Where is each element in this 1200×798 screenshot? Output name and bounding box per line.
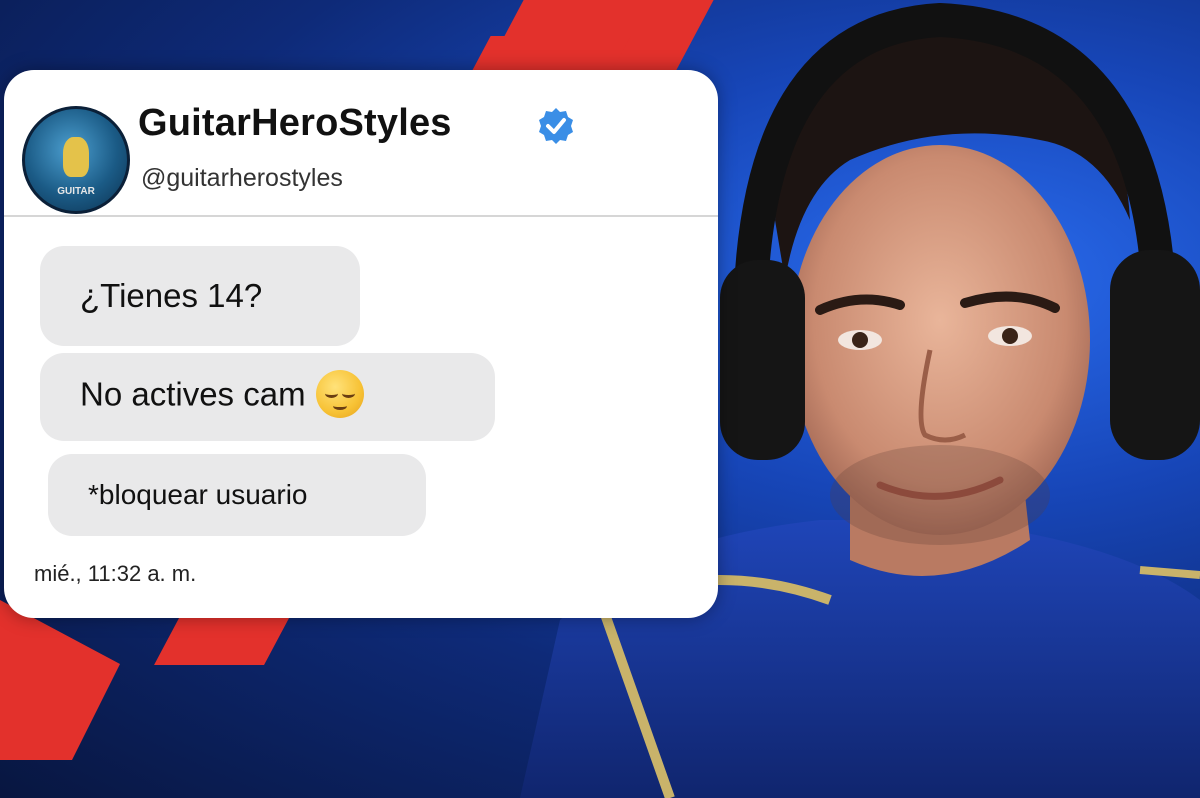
guitar-icon [63, 137, 89, 177]
message-text: No actives cam [80, 370, 364, 421]
user-handle[interactable]: @guitarherostyles [141, 164, 343, 193]
message-bubble: *bloquear usuario [48, 454, 426, 536]
profile-avatar[interactable]: GUITAR [22, 106, 130, 214]
chat-header: GUITAR GuitarHeroStyles @guitarherostyle… [4, 70, 718, 217]
display-name[interactable]: GuitarHeroStyles [138, 102, 452, 145]
relieved-face-emoji-icon [315, 370, 364, 418]
message-bubble: No actives cam [40, 353, 495, 441]
background-streak [0, 600, 120, 760]
message-bubble: ¿Tienes 14? [40, 246, 360, 346]
avatar-label: GUITAR [57, 186, 95, 197]
message-text-content: No actives cam [80, 375, 306, 413]
message-text: ¿Tienes 14? [80, 277, 263, 314]
verified-badge-icon [539, 108, 573, 144]
message-text: *bloquear usuario [88, 479, 308, 510]
message-timestamp: mié., 11:32 a. m. [34, 561, 197, 586]
chat-screenshot-card: GUITAR GuitarHeroStyles @guitarherostyle… [4, 70, 718, 618]
